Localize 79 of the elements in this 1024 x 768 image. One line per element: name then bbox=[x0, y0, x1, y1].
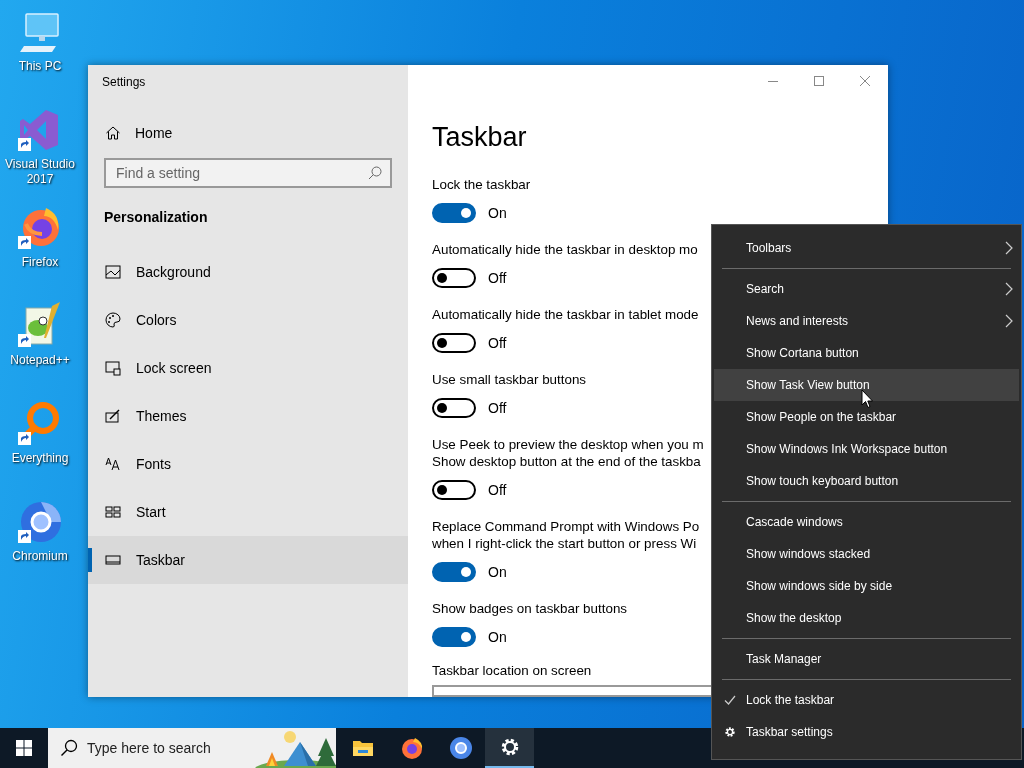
menu-item[interactable]: Show touch keyboard button bbox=[714, 465, 1019, 497]
toggle-switch[interactable] bbox=[432, 627, 476, 647]
desktop-icon-label: This PC bbox=[17, 59, 63, 74]
nav-icon bbox=[105, 312, 121, 328]
mouse-pointer-icon bbox=[861, 389, 874, 409]
menu-item[interactable]: Search bbox=[714, 273, 1019, 305]
desktop-icon-label: Everything bbox=[10, 451, 70, 466]
search-field[interactable]: Find a setting bbox=[104, 158, 392, 188]
chevron-icon bbox=[1005, 282, 1013, 296]
nav-item[interactable]: Themes bbox=[88, 392, 408, 440]
menu-item[interactable]: Lock the taskbar bbox=[714, 684, 1019, 716]
toggle-switch[interactable] bbox=[432, 203, 476, 223]
nav-icon bbox=[105, 504, 121, 520]
toggle-switch[interactable] bbox=[432, 480, 476, 500]
menu-item[interactable]: Toolbars bbox=[714, 232, 1019, 264]
section-heading: Personalization bbox=[104, 209, 208, 225]
close-icon bbox=[860, 76, 870, 86]
setting-label: Use small taskbar buttons bbox=[432, 371, 587, 388]
home-icon bbox=[105, 125, 121, 141]
menu-item[interactable]: Show People on the taskbar bbox=[714, 401, 1019, 433]
toggle-switch[interactable] bbox=[432, 398, 476, 418]
menu-item[interactable]: Show windows side by side bbox=[714, 570, 1019, 602]
nav-icon bbox=[105, 408, 121, 424]
maximize-icon bbox=[814, 76, 824, 86]
windows-logo-icon bbox=[16, 740, 32, 756]
taskbar-app-button[interactable] bbox=[485, 728, 534, 768]
settings-icon bbox=[724, 726, 736, 738]
setting-label: Show desktop button at the end of the taskba bbox=[432, 453, 701, 470]
setting-label: Replace Command Prompt with Windows Po bbox=[432, 518, 700, 535]
toggle-switch[interactable] bbox=[432, 333, 476, 353]
search-icon bbox=[368, 166, 382, 180]
toggle-switch[interactable] bbox=[432, 268, 476, 288]
desktop-icon-label: Firefox bbox=[20, 255, 60, 270]
menu-item[interactable]: Show Windows Ink Workspace button bbox=[714, 433, 1019, 465]
nav-icon bbox=[105, 360, 121, 376]
desktop-icon-label: Chromium bbox=[11, 549, 69, 564]
desktop-icon-label: Visual Studio 2017 bbox=[4, 157, 76, 187]
toggle-state: On bbox=[488, 205, 507, 221]
setting-label: Automatically hide the taskbar in desktop mo bbox=[432, 241, 698, 258]
toggle-state: Off bbox=[488, 400, 507, 416]
nav-item[interactable]: Fonts bbox=[88, 440, 408, 488]
chevron-icon bbox=[1005, 241, 1013, 255]
menu-item[interactable]: Show the desktop bbox=[714, 602, 1019, 634]
chromium-icon bbox=[448, 736, 473, 760]
setting-label: Taskbar location on screen bbox=[432, 663, 593, 678]
chevron-icon bbox=[1005, 314, 1013, 328]
setting-label: Show badges on taskbar buttons bbox=[432, 600, 628, 617]
toggle-switch[interactable] bbox=[432, 562, 476, 582]
nav-icon bbox=[105, 552, 121, 568]
menu-item[interactable]: Show Task View button bbox=[714, 369, 1019, 401]
home-link[interactable]: Home bbox=[105, 122, 173, 144]
setting-label: Lock the taskbar bbox=[432, 176, 531, 193]
nav-item[interactable]: Lock screen bbox=[88, 344, 408, 392]
menu-item[interactable]: Show windows stacked bbox=[714, 538, 1019, 570]
toggle-state: Off bbox=[488, 270, 507, 286]
nav-item[interactable]: Taskbar bbox=[88, 536, 408, 584]
toggle-state: On bbox=[488, 564, 507, 580]
desktop-icon-label: Notepad++ bbox=[9, 353, 71, 368]
page-title: Taskbar bbox=[432, 121, 528, 154]
window-title: Settings bbox=[101, 74, 146, 91]
setting-label: when I right-click the start button or press Wi bbox=[432, 535, 697, 552]
fox-globe-icon bbox=[399, 736, 424, 760]
menu-item[interactable]: Show Cortana button bbox=[714, 337, 1019, 369]
nav-item[interactable]: Colors bbox=[88, 296, 408, 344]
toggle-state: Off bbox=[488, 482, 507, 498]
menu-item[interactable]: Cascade windows bbox=[714, 506, 1019, 538]
taskbar-search-field[interactable]: Type here to search bbox=[48, 728, 336, 768]
nav-icon bbox=[105, 264, 121, 280]
nav-item[interactable]: Background bbox=[88, 248, 408, 296]
nav-icon bbox=[105, 456, 121, 472]
menu-item[interactable]: Task Manager bbox=[714, 643, 1019, 675]
setting-label: Automatically hide the taskbar in tablet mode bbox=[432, 306, 699, 323]
toggle-state: On bbox=[488, 629, 507, 645]
menu-item[interactable]: News and interests bbox=[714, 305, 1019, 337]
nav-item[interactable]: Start bbox=[88, 488, 408, 536]
search-icon bbox=[60, 739, 78, 757]
setting-label: Use Peek to preview the desktop when you m bbox=[432, 436, 704, 453]
toggle-state: Off bbox=[488, 335, 507, 351]
menu-item[interactable]: Taskbar settings bbox=[714, 716, 1019, 748]
